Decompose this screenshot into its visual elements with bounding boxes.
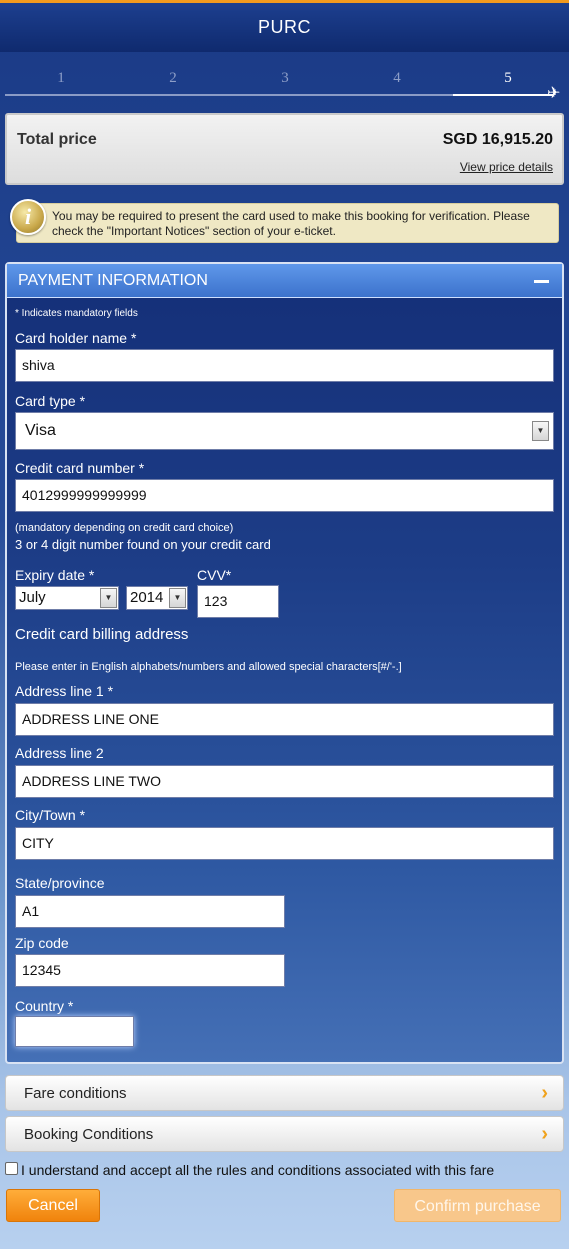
booking-conditions-accordion[interactable]: Booking Conditions ›	[5, 1116, 564, 1152]
chevron-right-icon: ›	[541, 1123, 548, 1145]
zip-label: Zip code	[15, 935, 69, 951]
payment-panel-header[interactable]: PAYMENT INFORMATION	[7, 264, 562, 298]
expiry-month-value: July	[19, 589, 46, 606]
step-2: 2	[169, 70, 177, 86]
expiry-month-select[interactable]: July ▼	[15, 586, 119, 610]
chevron-right-icon: ›	[541, 1082, 548, 1104]
card-type-select[interactable]: Visa ▼	[15, 412, 554, 450]
billing-address-title: Credit card billing address	[15, 626, 189, 643]
step-3: 3	[281, 70, 289, 86]
collapse-minus-icon[interactable]	[534, 280, 549, 283]
page-title: PURC	[257, 17, 311, 37]
progress-track-current	[453, 94, 553, 96]
cvv-label: CVV*	[197, 567, 232, 583]
total-price-label: Total price	[17, 131, 97, 148]
cancel-button[interactable]: Cancel	[6, 1189, 100, 1222]
total-price-value: SGD 16,915.20	[442, 131, 553, 148]
zip-input[interactable]: 12345	[15, 954, 285, 987]
payment-information-panel: PAYMENT INFORMATION * Indicates mandator…	[5, 262, 564, 1064]
cvv-input[interactable]: 123	[197, 585, 279, 618]
country-label: Country *	[15, 998, 74, 1014]
chevron-down-icon[interactable]: ▼	[100, 588, 117, 608]
address-line-2-label: Address line 2	[15, 745, 104, 761]
state-label: State/province	[15, 875, 105, 891]
card-holder-input[interactable]: shiva	[15, 349, 554, 382]
top-bar: PURC	[0, 0, 569, 52]
card-type-label: Card type *	[15, 393, 86, 409]
info-icon: i	[10, 199, 46, 235]
address-line-1-input[interactable]: ADDRESS LINE ONE	[15, 703, 554, 736]
total-price-box: Total price SGD 16,915.20 View price det…	[5, 113, 564, 185]
card-holder-label: Card holder name *	[15, 330, 137, 346]
fare-conditions-label: Fare conditions	[24, 1085, 127, 1102]
accept-terms-label: I understand and accept all the rules an…	[21, 1162, 495, 1178]
expiry-year-select[interactable]: 2014 ▼	[126, 586, 188, 610]
expiry-label: Expiry date *	[15, 567, 95, 583]
cvv-hint: 3 or 4 digit number found on your credit…	[15, 537, 271, 552]
progress-track	[5, 94, 453, 96]
chevron-down-icon[interactable]: ▼	[532, 421, 549, 441]
country-input[interactable]	[15, 1016, 134, 1047]
city-label: City/Town *	[15, 807, 86, 823]
chevron-down-icon[interactable]: ▼	[169, 588, 186, 608]
state-input[interactable]: A1	[15, 895, 285, 928]
booking-conditions-label: Booking Conditions	[24, 1126, 154, 1143]
accept-terms-checkbox[interactable]	[5, 1162, 18, 1175]
card-type-value: Visa	[25, 422, 56, 439]
city-input[interactable]: CITY	[15, 827, 554, 860]
confirm-purchase-button[interactable]: Confirm purchase	[394, 1189, 561, 1222]
mandatory-note: * Indicates mandatory fields	[15, 308, 138, 319]
payment-panel-title: PAYMENT INFORMATION	[18, 272, 208, 289]
progress-steps: 1 2 3 4 5 ✈	[0, 62, 569, 102]
cvv-hint-small: (mandatory depending on credit card choi…	[15, 522, 234, 534]
billing-note: Please enter in English alphabets/number…	[15, 661, 402, 673]
notice-text: You may be required to present the card …	[52, 209, 530, 238]
verification-notice: You may be required to present the card …	[16, 203, 559, 243]
view-price-details-link[interactable]: View price details	[460, 160, 553, 174]
card-number-input[interactable]: 4012999999999999	[15, 479, 554, 512]
fare-conditions-accordion[interactable]: Fare conditions ›	[5, 1075, 564, 1111]
plane-icon: ✈	[547, 85, 561, 102]
card-number-label: Credit card number *	[15, 460, 145, 476]
address-line-2-input[interactable]: ADDRESS LINE TWO	[15, 765, 554, 798]
step-4: 4	[393, 70, 401, 86]
step-5: 5	[504, 70, 512, 86]
expiry-year-value: 2014	[130, 589, 164, 606]
address-line-1-label: Address line 1 *	[15, 683, 114, 699]
step-1: 1	[57, 70, 65, 86]
